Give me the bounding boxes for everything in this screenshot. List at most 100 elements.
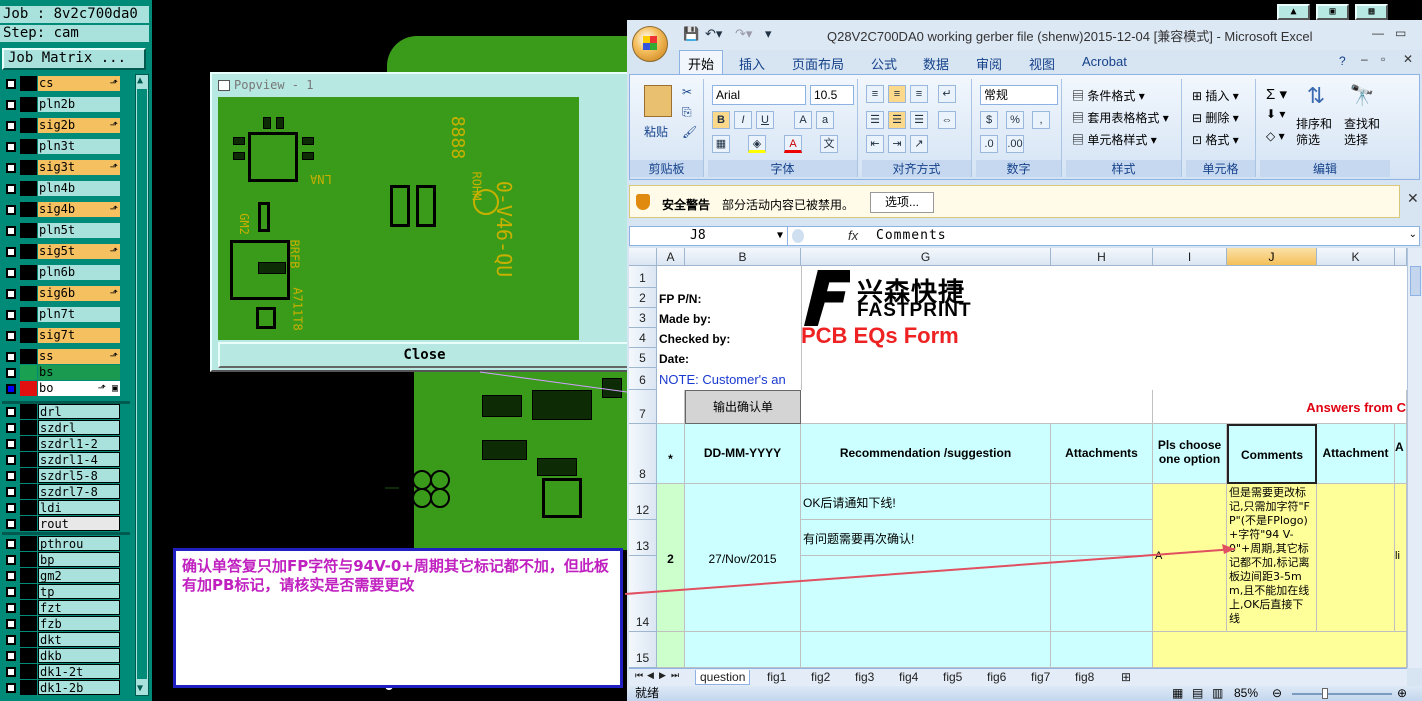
comma-icon[interactable]: , <box>1032 111 1050 129</box>
row-header[interactable]: 6 <box>629 368 657 390</box>
layer-color-swatch[interactable] <box>20 118 37 133</box>
number-format-select[interactable]: 常规 <box>980 85 1058 105</box>
layer-row[interactable]: sig2b ⬏ <box>2 118 122 133</box>
col-header-L[interactable] <box>1395 248 1407 266</box>
font-color-icon[interactable]: A <box>784 135 802 153</box>
layer-checkbox[interactable] <box>6 519 16 529</box>
layer-color-swatch[interactable] <box>20 404 37 419</box>
sheet-tab[interactable]: fig6 <box>987 670 1006 684</box>
formula-expand-icon[interactable] <box>792 229 804 243</box>
layer-name[interactable]: szdrl7-8 <box>38 484 120 499</box>
shrink-font-icon[interactable]: a <box>816 111 834 129</box>
layer-color-swatch[interactable] <box>20 349 37 364</box>
align-right-icon[interactable]: ☰ <box>910 111 928 129</box>
paste-icon[interactable] <box>644 85 672 117</box>
zoom-slider-thumb[interactable] <box>1322 688 1328 699</box>
chevron-down-icon[interactable]: ▼ <box>777 227 783 245</box>
layer-row[interactable]: sig5t ⬏ <box>2 244 122 259</box>
select-label[interactable]: 选择 <box>1344 131 1368 148</box>
layer-color-swatch[interactable] <box>20 484 37 499</box>
layer-name[interactable]: dkb <box>38 648 120 663</box>
options-button[interactable]: 选项... <box>870 192 934 213</box>
cell-style-button[interactable]: ▤ 单元格样式 ▾ <box>1072 131 1157 148</box>
insert-sheet-icon[interactable]: ⊞ <box>1121 670 1131 684</box>
layer-color-swatch[interactable] <box>20 552 37 567</box>
autosum-icon[interactable]: Σ ▾ <box>1266 85 1287 103</box>
row-header[interactable]: 3 <box>629 308 657 328</box>
layer-row[interactable]: pln4b <box>2 181 122 196</box>
cell[interactable] <box>1051 520 1153 556</box>
formula-expand-down-icon[interactable]: ⌄ <box>1409 229 1417 240</box>
minimize-icon[interactable]: — <box>1372 26 1384 40</box>
layer-scrollbar[interactable]: ▲ ▼ <box>135 74 149 696</box>
layer-color-swatch[interactable] <box>20 664 37 679</box>
font-name-select[interactable]: Arial <box>712 85 806 105</box>
layer-color-swatch[interactable] <box>20 139 37 154</box>
layer-row[interactable]: sig3t ⬏ <box>2 160 122 175</box>
layer-checkbox[interactable] <box>6 289 16 299</box>
cell[interactable] <box>657 390 685 424</box>
layer-row[interactable]: pln3t <box>2 139 122 154</box>
layer-row[interactable]: szdrl1-4 <box>2 452 122 467</box>
layer-name[interactable]: ldi <box>38 500 120 515</box>
copy-icon[interactable]: ⎘ <box>682 105 692 120</box>
layer-color-swatch[interactable] <box>20 381 37 396</box>
layer-name[interactable]: gm2 <box>38 568 120 583</box>
layer-checkbox[interactable] <box>6 603 16 613</box>
row-header[interactable]: 4 <box>629 328 657 348</box>
cell[interactable] <box>1051 632 1153 668</box>
select-all-corner[interactable] <box>629 248 657 266</box>
layer-row[interactable]: bo ⬏ ▣ <box>2 381 122 396</box>
layer-color-swatch[interactable] <box>20 76 37 91</box>
layer-color-swatch[interactable] <box>20 568 37 583</box>
layer-row[interactable]: dkt <box>2 632 122 647</box>
paste-label[interactable]: 粘贴 <box>644 123 668 140</box>
layer-row[interactable]: rout <box>2 516 122 531</box>
layer-color-swatch[interactable] <box>20 181 37 196</box>
layer-row[interactable]: gm2 <box>2 568 122 583</box>
layer-row[interactable]: sig7t <box>2 328 122 343</box>
conditional-format-button[interactable]: ▤ 条件格式 ▾ <box>1072 87 1145 104</box>
layer-name[interactable]: sig5t ⬏ <box>38 244 120 259</box>
layer-checkbox[interactable] <box>6 226 16 236</box>
col-header-B[interactable]: B <box>685 248 801 266</box>
col-header-J[interactable]: J <box>1227 248 1317 266</box>
layer-checkbox[interactable] <box>6 683 16 693</box>
row-header[interactable]: 15 <box>629 632 657 668</box>
layer-row[interactable]: szdrl <box>2 420 122 435</box>
align-left-icon[interactable]: ☰ <box>866 111 884 129</box>
layer-color-swatch[interactable] <box>20 536 37 551</box>
increase-decimal-icon[interactable]: .0 <box>980 135 998 153</box>
layer-checkbox[interactable] <box>6 384 16 394</box>
layer-row[interactable]: dk1-2t <box>2 664 122 679</box>
sheet-tab[interactable]: fig1 <box>767 670 786 684</box>
layer-row[interactable]: pln2b <box>2 97 122 112</box>
customize-qat-icon[interactable]: ▾ <box>765 26 772 42</box>
layer-name[interactable]: szdrl1-4 <box>38 452 120 467</box>
increase-indent-icon[interactable]: ⇥ <box>888 135 906 153</box>
row-header[interactable]: 2 <box>629 288 657 308</box>
zoom-level[interactable]: 85% <box>1234 686 1258 701</box>
layer-checkbox[interactable] <box>6 587 16 597</box>
fx-icon[interactable]: fx <box>848 228 858 243</box>
layer-checkbox[interactable] <box>6 651 16 661</box>
popview-canvas[interactable]: 0-V46-QU 8888 BRFB A711T8 ROHM LNA GM2 <box>218 97 579 340</box>
popview-titlebar[interactable]: Popview - 1 <box>214 76 635 94</box>
layer-row[interactable]: ldi <box>2 500 122 515</box>
cell[interactable] <box>801 390 1153 424</box>
layer-name[interactable]: fzb <box>38 616 120 631</box>
sheet-nav-icon[interactable]: ▶ <box>659 670 666 681</box>
layer-row[interactable]: cs ⬏ <box>2 76 122 91</box>
layer-name[interactable]: pln4b <box>38 181 120 196</box>
layer-name[interactable]: sig6b ⬏ <box>38 286 120 301</box>
layer-name[interactable]: pln3t <box>38 139 120 154</box>
layer-name[interactable]: szdrl <box>38 420 120 435</box>
merge-icon[interactable]: ⇔ <box>938 111 956 129</box>
bold-icon[interactable]: B <box>712 111 730 129</box>
layer-row[interactable]: sig4b ⬏ <box>2 202 122 217</box>
layer-checkbox[interactable] <box>6 407 16 417</box>
comment-value[interactable]: 但是需要更改标记,只需加字符"FP"(不是FPlogo)+字符"94 V-0"+… <box>1227 484 1317 632</box>
output-confirm-button[interactable]: 输出确认单 <box>685 390 801 424</box>
layer-name[interactable]: bo ⬏ ▣ <box>38 381 120 396</box>
sort-label[interactable]: 排序和 <box>1296 115 1332 132</box>
